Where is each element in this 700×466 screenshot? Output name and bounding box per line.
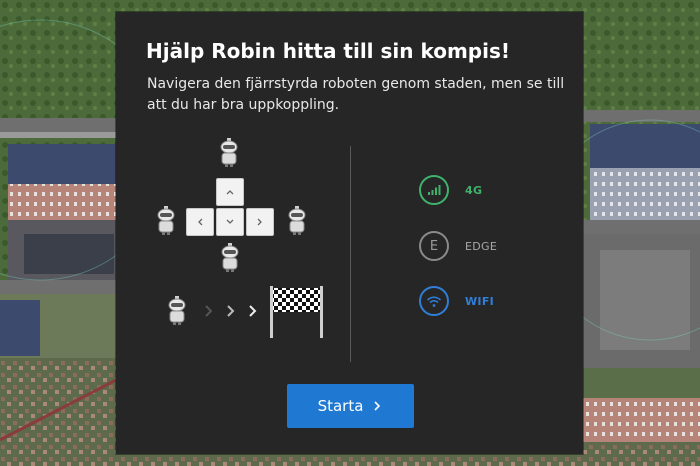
chevron-up-icon — [226, 190, 234, 195]
chevron-right-icon — [227, 305, 235, 317]
intro-dialog: Hjälp Robin hitta till sin kompis! Navig… — [116, 12, 583, 454]
chevron-right-icon — [205, 305, 213, 317]
network-edge: E EDGE — [419, 229, 497, 263]
chevron-down-icon — [226, 219, 234, 224]
robot-icon — [288, 206, 306, 235]
arrow-key-down — [216, 208, 244, 236]
dialog-title: Hjälp Robin hitta till sin kompis! — [146, 39, 511, 63]
dialog-description: Navigera den fjärrstyrda roboten genom s… — [147, 76, 565, 113]
chevron-right-icon — [374, 401, 381, 411]
chevron-left-icon — [198, 218, 203, 226]
robot-icon — [220, 138, 238, 167]
section-divider — [350, 146, 351, 362]
start-button[interactable]: Starta — [287, 384, 414, 428]
robot-icon — [221, 243, 239, 272]
chevron-right-icon — [249, 305, 257, 317]
arrow-key-left — [186, 208, 214, 236]
chevron-right-icon — [257, 218, 262, 226]
network-label-4g: 4G — [465, 183, 483, 197]
signal-bars-icon — [419, 175, 449, 205]
arrow-key-up — [216, 178, 244, 206]
network-label-edge: EDGE — [465, 239, 498, 253]
network-label-wifi: WIFI — [465, 294, 495, 308]
checkered-flag-icon — [270, 286, 323, 338]
robot-icon — [157, 206, 175, 235]
network-4g: 4G — [419, 173, 482, 207]
arrow-key-right — [246, 208, 274, 236]
start-button-label: Starta — [317, 397, 364, 415]
wifi-icon — [419, 286, 449, 316]
robot-icon — [168, 296, 186, 325]
edge-letter-icon: E — [419, 231, 449, 261]
network-wifi: WIFI — [419, 284, 494, 318]
